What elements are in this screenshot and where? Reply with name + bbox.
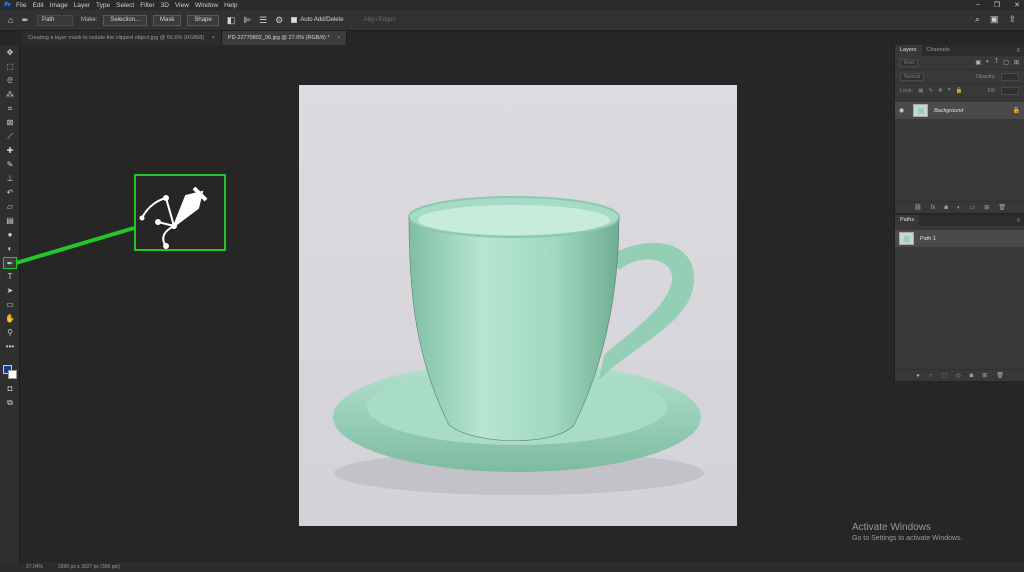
callout-connector-line — [15, 226, 135, 265]
lock-artboard-icon[interactable]: ⌗ — [948, 87, 951, 94]
layer-row-background[interactable]: ◉ Background 🔒 — [895, 102, 1024, 119]
visibility-eye-icon[interactable]: ◉ — [899, 107, 907, 114]
new-group-icon[interactable]: ▭ — [970, 204, 976, 211]
panel-menu-icon[interactable]: ≡ — [1016, 218, 1020, 224]
fill-label: Fill: — [987, 87, 996, 94]
pixel-filter-icon[interactable]: ▣ — [975, 59, 981, 66]
delete-layer-icon[interactable]: 🗑 — [998, 204, 1006, 211]
status-bar: 27.04% 2990 px x 3027 px (300 ppi) — [0, 562, 1024, 572]
stroke-path-icon[interactable]: ○ — [929, 373, 933, 379]
tab-layers[interactable]: Layers — [895, 45, 922, 56]
path-row-path-1[interactable]: Path 1 — [895, 230, 1024, 247]
layer-lock-icon: 🔒 — [1012, 108, 1020, 114]
blend-mode-select[interactable]: Normal — [900, 72, 925, 81]
smart-filter-icon[interactable]: ⊞ — [1014, 59, 1019, 66]
layers-panel: Layers Channels ≡ Kind ▣ ◐ T ▢ ⊞ Normal … — [894, 45, 1024, 213]
lock-transparent-icon[interactable]: ▦ — [918, 88, 923, 94]
opacity-label: Opacity: — [975, 73, 996, 80]
lock-all-icon[interactable]: 🔒 — [956, 88, 963, 94]
layers-panel-tabs: Layers Channels ≡ — [895, 45, 1024, 56]
lock-label: Lock: — [900, 87, 914, 94]
opacity-field[interactable] — [1001, 72, 1019, 81]
activation-subtitle: Go to Settings to activate Windows. — [852, 535, 963, 542]
paths-panel-tabs: Paths ≡ — [895, 215, 1024, 226]
new-layer-icon[interactable]: ⊞ — [984, 204, 989, 211]
panel-menu-icon[interactable]: ≡ — [1016, 48, 1020, 54]
activation-title: Activate Windows — [852, 522, 931, 533]
path-thumbnail — [899, 232, 914, 245]
adjustment-filter-icon[interactable]: ◐ — [986, 59, 990, 66]
fill-field[interactable] — [1001, 86, 1019, 95]
make-work-path-icon[interactable]: ◇ — [956, 372, 961, 379]
paths-footer: ● ○ ⬚ ◇ ◙ ⊞ 🗑 — [895, 369, 1024, 381]
layer-style-icon[interactable]: fx — [931, 205, 936, 211]
tab-channels[interactable]: Channels — [922, 45, 955, 56]
load-as-selection-icon[interactable]: ⬚ — [941, 372, 947, 379]
add-mask-icon[interactable]: ◙ — [944, 205, 948, 211]
tab-paths[interactable]: Paths — [895, 215, 920, 226]
fill-path-icon[interactable]: ● — [916, 373, 920, 379]
layer-name: Background — [934, 107, 964, 114]
layer-filter-row: Kind ▣ ◐ T ▢ ⊞ — [895, 56, 1024, 70]
windows-activation-watermark: Activate Windows Go to Settings to activ… — [852, 522, 963, 542]
shape-filter-icon[interactable]: ▢ — [1003, 59, 1009, 66]
lock-brush-icon[interactable]: ✎ — [928, 88, 933, 94]
add-mask-icon[interactable]: ◙ — [970, 373, 974, 379]
document-info[interactable]: 2990 px x 3027 px (300 ppi) — [58, 564, 120, 570]
new-path-icon[interactable]: ⊞ — [982, 372, 987, 379]
blend-row: Normal Opacity: — [895, 70, 1024, 84]
type-filter-icon[interactable]: T — [995, 59, 999, 66]
layer-thumbnail — [913, 104, 928, 117]
lock-move-icon[interactable]: ✥ — [938, 88, 943, 94]
zoom-level[interactable]: 27.04% — [26, 564, 50, 570]
paths-panel: Paths ≡ Path 1 ● ○ ⬚ ◇ ◙ ⊞ 🗑 — [894, 215, 1024, 381]
path-name: Path 1 — [920, 235, 936, 242]
pen-tool-callout — [134, 174, 226, 251]
filter-icons: ▣ ◐ T ▢ ⊞ — [975, 59, 1019, 66]
link-layers-icon[interactable]: ⛓ — [914, 204, 922, 211]
pen-tool-large-icon — [139, 186, 208, 249]
kind-filter-select[interactable]: Kind — [900, 58, 919, 67]
delete-path-icon[interactable]: 🗑 — [996, 372, 1004, 379]
adjustment-layer-icon[interactable]: ◐ — [957, 205, 961, 211]
lock-row: Lock: ▦ ✎ ✥ ⌗ 🔒 Fill: — [895, 84, 1024, 98]
layers-footer: ⛓ fx ◙ ◐ ▭ ⊞ 🗑 — [895, 201, 1024, 213]
